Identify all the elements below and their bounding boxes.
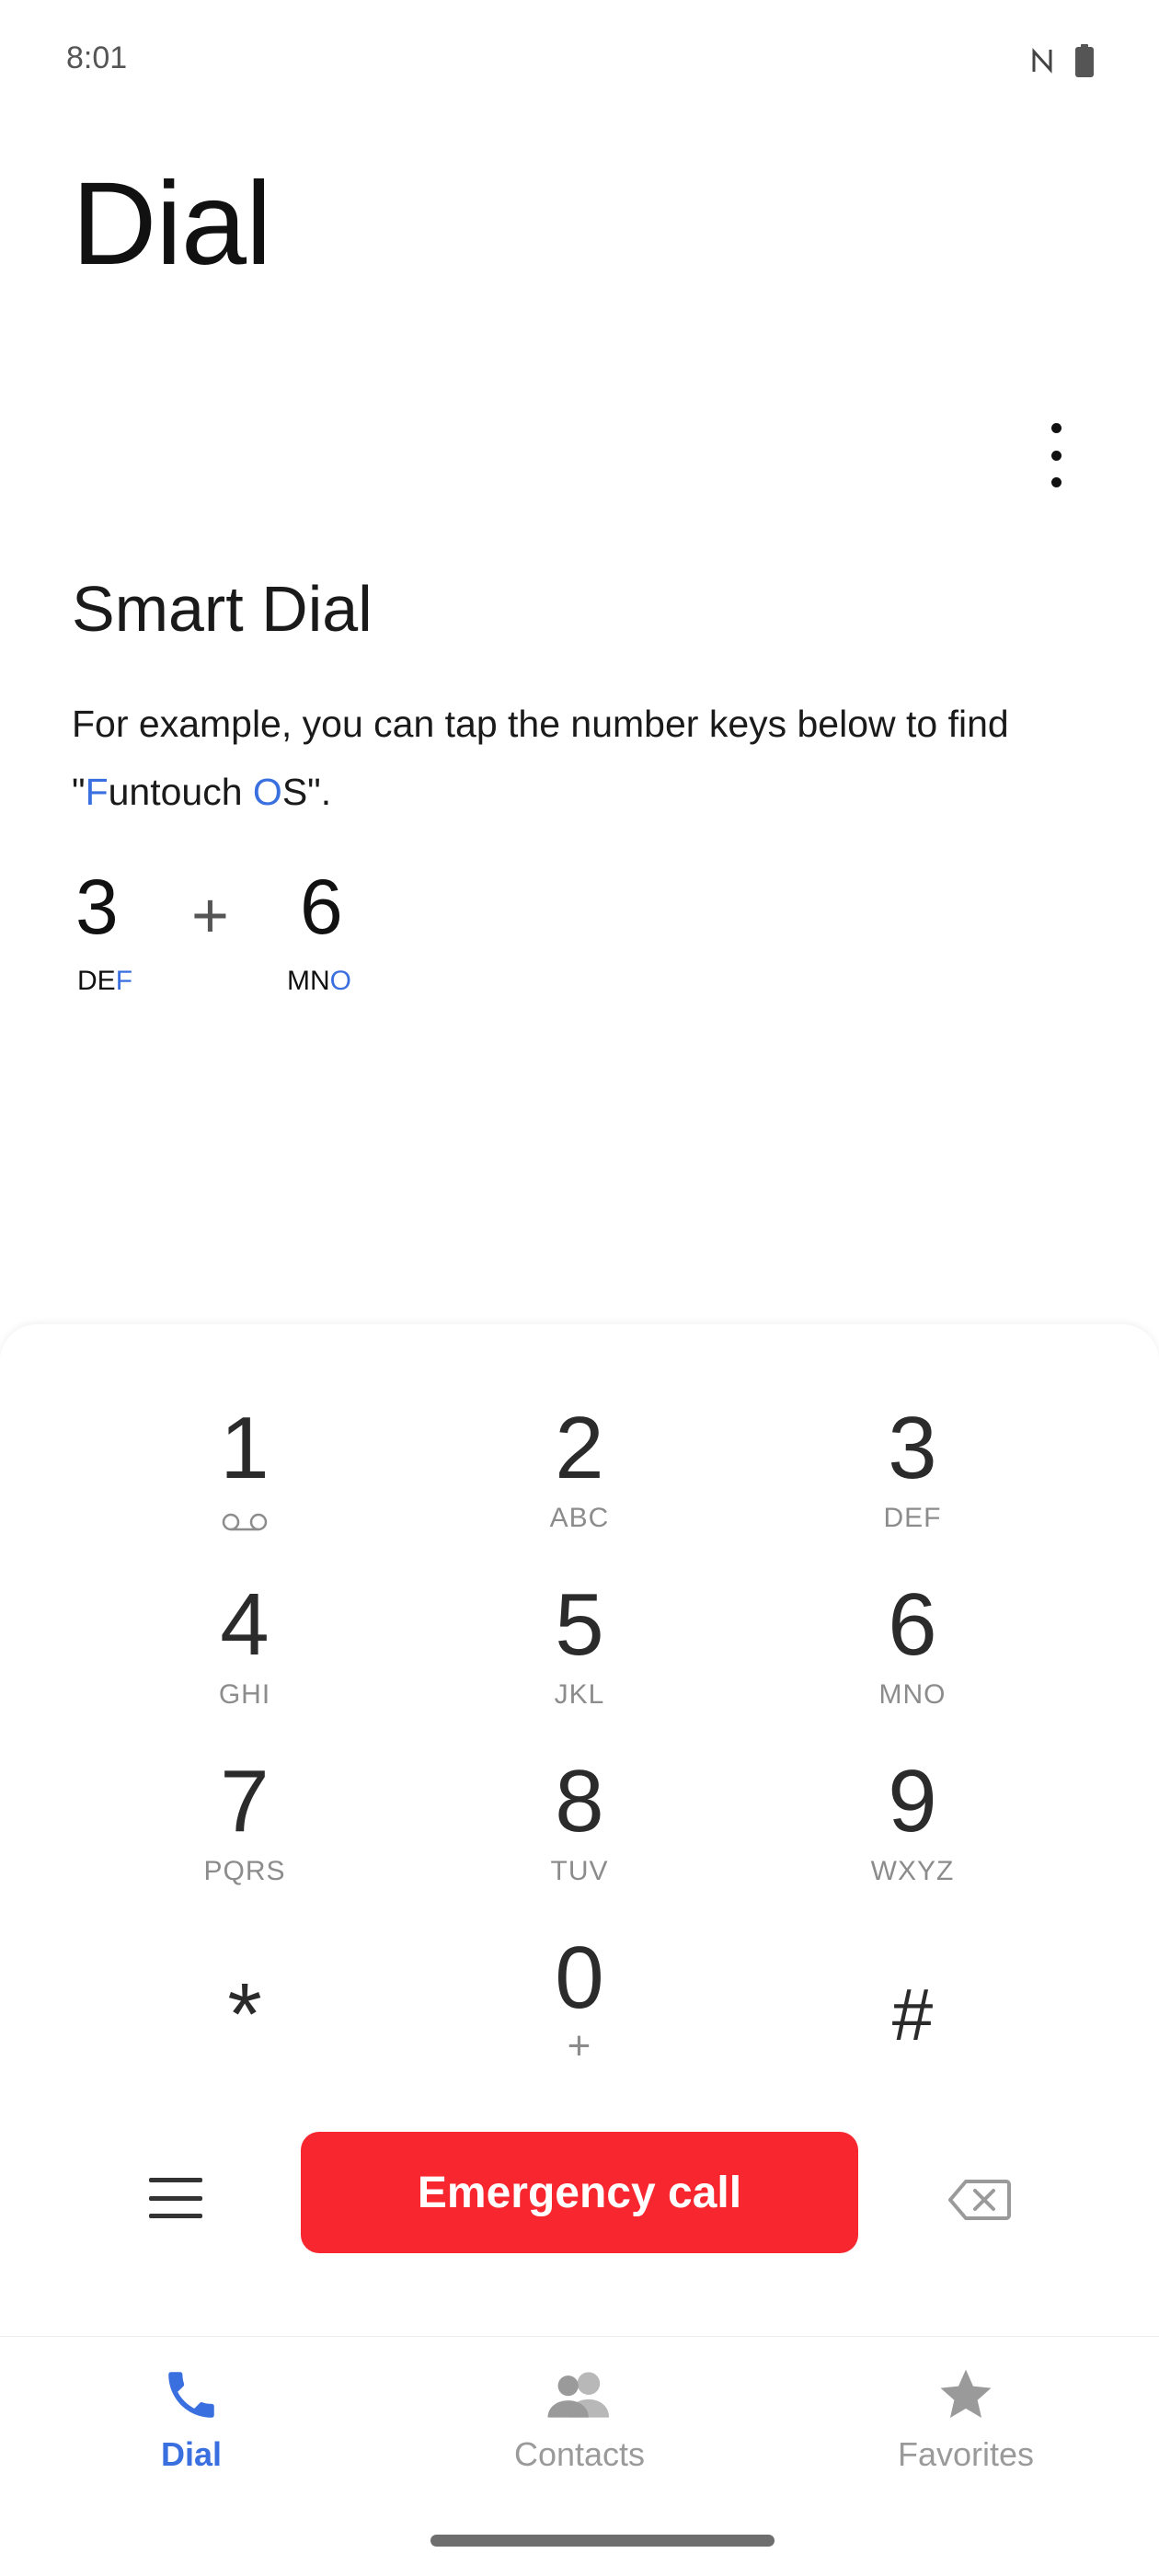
key-8[interactable]: 8 TUV: [469, 1751, 690, 1917]
desc-highlight: O: [252, 771, 282, 813]
key-0[interactable]: 0 +: [469, 1928, 690, 2093]
key-digit: 8: [555, 1752, 604, 1850]
smart-dial-description: For example, you can tap the number keys…: [72, 690, 1084, 826]
key-digit: 9: [888, 1752, 937, 1850]
desc-highlight: F: [85, 771, 109, 813]
key-letters: DEF: [883, 1503, 942, 1533]
emergency-call-button[interactable]: Emergency call: [301, 2132, 858, 2253]
key-letters: TUV: [550, 1856, 609, 1886]
key-letters: WXYZ: [870, 1856, 955, 1886]
key-6[interactable]: 6 MNO: [802, 1574, 1023, 1740]
nfc-icon: [1030, 47, 1054, 74]
home-indicator[interactable]: [430, 2535, 775, 2547]
example-key-digit: 3: [75, 864, 119, 950]
menu-line: [149, 2195, 202, 2201]
voicemail-icon: [221, 1512, 269, 1537]
key-digit: *: [227, 1965, 262, 2064]
example-letters-plain: DE: [77, 966, 116, 996]
desc-text: S".: [281, 771, 332, 813]
nav-tab-favorites[interactable]: Favorites: [846, 2364, 1085, 2474]
more-options-button[interactable]: [1030, 423, 1082, 487]
key-digit: 1: [220, 1399, 270, 1497]
example-key-letters: DEF: [77, 966, 132, 997]
smart-dial-title: Smart Dial: [72, 573, 373, 645]
status-time: 8:01: [66, 40, 128, 75]
contacts-icon: [545, 2364, 614, 2430]
key-letters: MNO: [878, 1679, 947, 1710]
desc-text: untouch: [108, 771, 253, 813]
battery-icon: [1074, 44, 1095, 77]
key-5[interactable]: 5 JKL: [469, 1574, 690, 1740]
key-star[interactable]: *: [134, 1928, 355, 2093]
key-digit: 3: [888, 1399, 937, 1497]
key-letters: +: [567, 2023, 592, 2068]
key-hash[interactable]: #: [802, 1928, 1023, 2093]
menu-icon[interactable]: [149, 2178, 202, 2218]
key-2[interactable]: 2 ABC: [469, 1398, 690, 1563]
nav-label: Dial: [160, 2435, 223, 2473]
star-icon: [934, 2364, 998, 2430]
key-letters: GHI: [218, 1679, 271, 1710]
key-digit: 4: [220, 1575, 270, 1674]
nav-tab-dial[interactable]: Dial: [72, 2364, 311, 2474]
more-vert-dot: [1050, 450, 1061, 461]
menu-line: [149, 2178, 202, 2182]
example-key-digit: 6: [300, 864, 343, 950]
key-letters: PQRS: [203, 1856, 286, 1886]
key-1[interactable]: 1: [134, 1398, 355, 1563]
key-digit: 2: [555, 1399, 604, 1497]
more-vert-icon: [1050, 423, 1061, 433]
example-letters-plain: MN: [287, 966, 330, 996]
key-digit: 5: [555, 1575, 604, 1674]
key-7[interactable]: 7 PQRS: [134, 1751, 355, 1917]
key-4[interactable]: 4 GHI: [134, 1574, 355, 1740]
example-letters-highlight: O: [329, 966, 351, 996]
status-icons: [1030, 44, 1095, 77]
key-letters: JKL: [554, 1679, 605, 1710]
key-digit: 0: [555, 1929, 604, 2027]
key-digit: 6: [888, 1575, 937, 1674]
nav-tab-contacts[interactable]: Contacts: [460, 2364, 699, 2474]
menu-line: [149, 2214, 202, 2218]
example-key-letters: MNO: [287, 966, 351, 997]
page-title: Dial: [72, 158, 271, 290]
key-letters: ABC: [549, 1503, 610, 1533]
more-vert-dot: [1050, 477, 1061, 487]
nav-label: Contacts: [513, 2435, 646, 2473]
key-9[interactable]: 9 WXYZ: [802, 1751, 1023, 1917]
key-digit: #: [891, 1974, 934, 2055]
key-digit: 7: [220, 1752, 270, 1850]
backspace-icon[interactable]: [947, 2178, 1012, 2227]
key-3[interactable]: 3 DEF: [802, 1398, 1023, 1563]
example-letters-highlight: F: [115, 966, 133, 996]
nav-label: Favorites: [897, 2435, 1035, 2473]
phone-icon: [161, 2364, 222, 2430]
example-plus: +: [191, 879, 229, 951]
